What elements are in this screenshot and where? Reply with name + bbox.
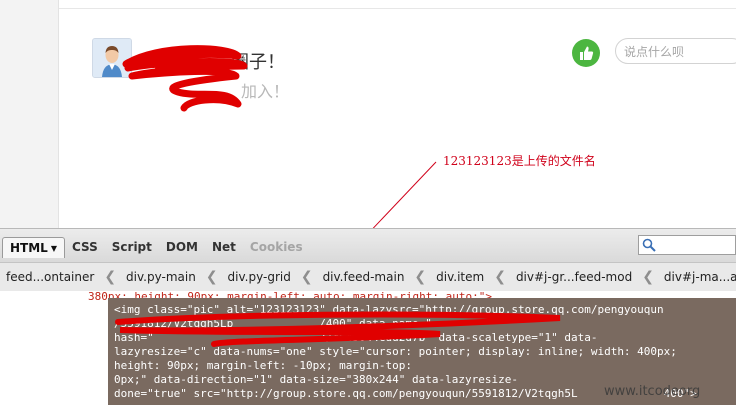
chevron-left-icon: ❮ (300, 269, 313, 285)
page-area: 圈子！ 加入！ 说点什么呗 (0, 0, 736, 228)
search-input[interactable] (638, 235, 736, 255)
divider (59, 8, 736, 9)
code-line: height: 90px; margin-left: -10px; margin… (114, 359, 413, 372)
search-icon (642, 238, 656, 252)
tab-html[interactable]: HTML ▼ (2, 237, 65, 258)
crumb-item[interactable]: div.py-grid (222, 270, 297, 284)
feed-title: 圈子！ (231, 52, 285, 73)
tab-label: HTML (10, 241, 48, 255)
tab-dom[interactable]: DOM (159, 237, 205, 258)
crumb-item[interactable]: div#j-ma...ain-wrap (658, 270, 736, 284)
comment-input[interactable]: 说点什么呗 (615, 38, 736, 64)
crumb-item[interactable]: div.feed-main (317, 270, 411, 284)
chevron-left-icon: ❮ (205, 269, 218, 285)
crumb-item[interactable]: feed...ontainer (0, 270, 100, 284)
thumbs-up-icon (580, 46, 594, 60)
annotation-label: 123123123是上传的文件名 (443, 154, 596, 168)
chevron-down-icon: ▼ (50, 244, 57, 253)
tab-script[interactable]: Script (105, 237, 159, 258)
firebug-toolbar: HTML ▼ CSS Script DOM Net Cookies (0, 228, 736, 263)
feed-subtitle: 加入！ (241, 82, 290, 101)
breadcrumb: feed...ontainer ❮ div.py-main ❮ div.py-g… (0, 262, 736, 292)
tab-cookies[interactable]: Cookies (243, 237, 310, 258)
feed-card: 圈子！ 加入！ 说点什么呗 (58, 0, 736, 228)
code-line: hash=" 7/4543044cdd2d7b" data-scaletype=… (114, 331, 598, 344)
tab-css[interactable]: CSS (65, 237, 105, 258)
tab-net[interactable]: Net (205, 237, 243, 258)
chevron-left-icon: ❮ (414, 269, 427, 285)
user-avatar-icon (93, 39, 131, 77)
chevron-left-icon: ❮ (642, 269, 654, 285)
watermark: www.itcodeorg (604, 384, 701, 399)
crumb-item[interactable]: div.item (430, 270, 490, 284)
firebug-tabs: HTML ▼ CSS Script DOM Net Cookies (2, 237, 310, 258)
chevron-left-icon: ❮ (104, 269, 117, 285)
chevron-left-icon: ❮ (494, 269, 506, 285)
crumb-item[interactable]: div#j-gr...feed-mod (510, 270, 638, 284)
avatar[interactable] (92, 38, 132, 78)
code-line: /5591812/V2tqgh5Lp /400" data-name=" (114, 317, 432, 330)
code-line: lazyresize="c" data-nums="one" style="cu… (114, 345, 677, 358)
crumb-item[interactable]: div.py-main (120, 270, 202, 284)
like-button[interactable] (572, 39, 600, 67)
code-line: <img class="pic" alt="123123123" data-la… (114, 303, 664, 316)
